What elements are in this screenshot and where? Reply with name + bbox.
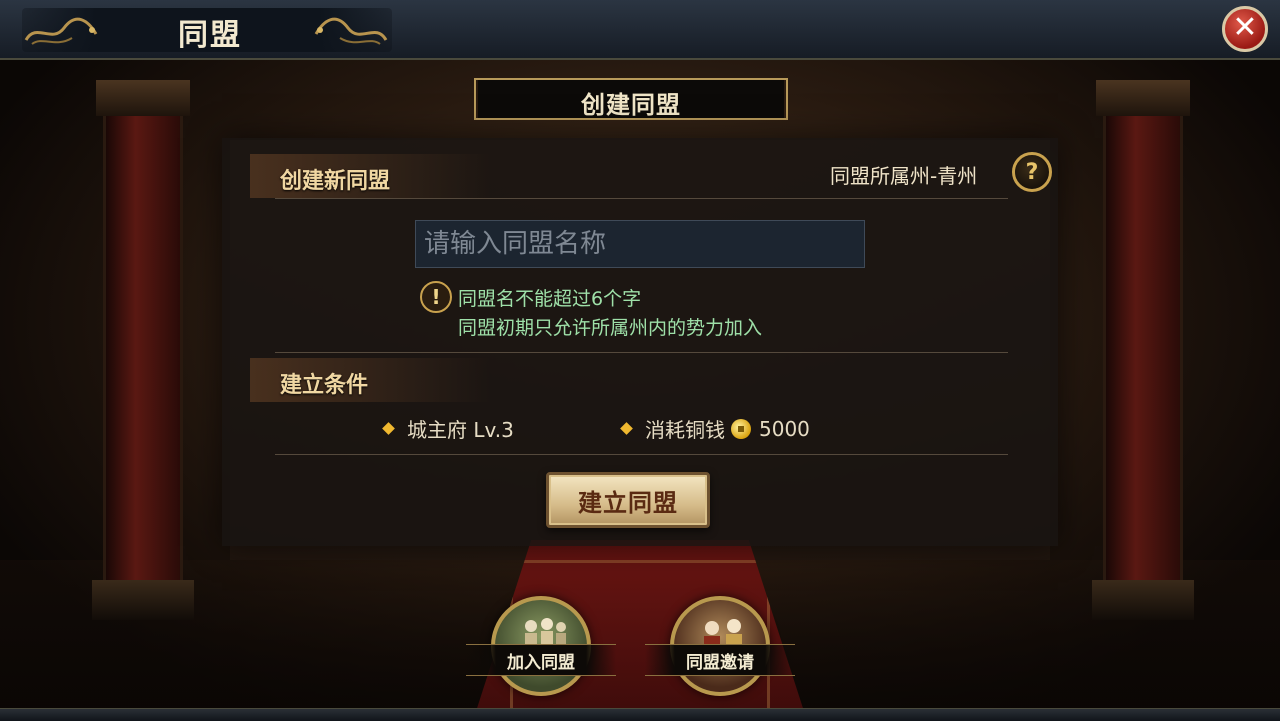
condition-label: 城主府 Lv.3	[407, 418, 514, 442]
conditions-title: 建立条件	[280, 372, 369, 398]
close-button[interactable]: ✕	[1222, 6, 1268, 52]
condition-item: 城主府 Lv.3	[382, 414, 514, 443]
condition-item: 消耗铜钱 5000	[620, 414, 810, 443]
left-pillar	[92, 80, 194, 620]
condition-label: 消耗铜钱	[645, 418, 725, 442]
banner-title: 创建同盟	[581, 91, 681, 119]
diamond-bullet-icon	[382, 422, 395, 435]
help-icon: ?	[1025, 159, 1039, 185]
close-icon: ✕	[1232, 10, 1258, 45]
dragon-ornament-icon	[314, 17, 388, 45]
top-bar: 同盟 ✕	[0, 0, 1280, 60]
bottom-border	[0, 708, 1280, 721]
help-button[interactable]: ?	[1012, 152, 1052, 192]
hint-line: 同盟名不能超过6个字	[458, 288, 642, 310]
coin-icon	[731, 418, 751, 439]
page-title: 同盟	[178, 18, 242, 53]
alliance-invite-label: 同盟邀请	[686, 653, 754, 673]
join-alliance-label: 加入同盟	[507, 653, 575, 673]
create-alliance-button[interactable]: 建立同盟	[546, 472, 710, 528]
divider	[275, 352, 1008, 353]
right-pillar	[1092, 80, 1194, 620]
dragon-ornament-icon	[24, 17, 98, 45]
divider	[275, 454, 1008, 455]
hint-line: 同盟初期只允许所属州内的势力加入	[458, 317, 763, 339]
divider	[275, 198, 1008, 199]
section-banner: 创建同盟	[474, 78, 788, 120]
diamond-bullet-icon	[620, 422, 633, 435]
create-alliance-label: 建立同盟	[578, 488, 678, 517]
alliance-name-input[interactable]	[415, 220, 865, 268]
create-new-title: 创建新同盟	[280, 168, 391, 194]
cost-amount: 5000	[759, 416, 810, 441]
warning-icon: !	[420, 281, 452, 313]
region-label: 同盟所属州-青州	[830, 164, 978, 188]
